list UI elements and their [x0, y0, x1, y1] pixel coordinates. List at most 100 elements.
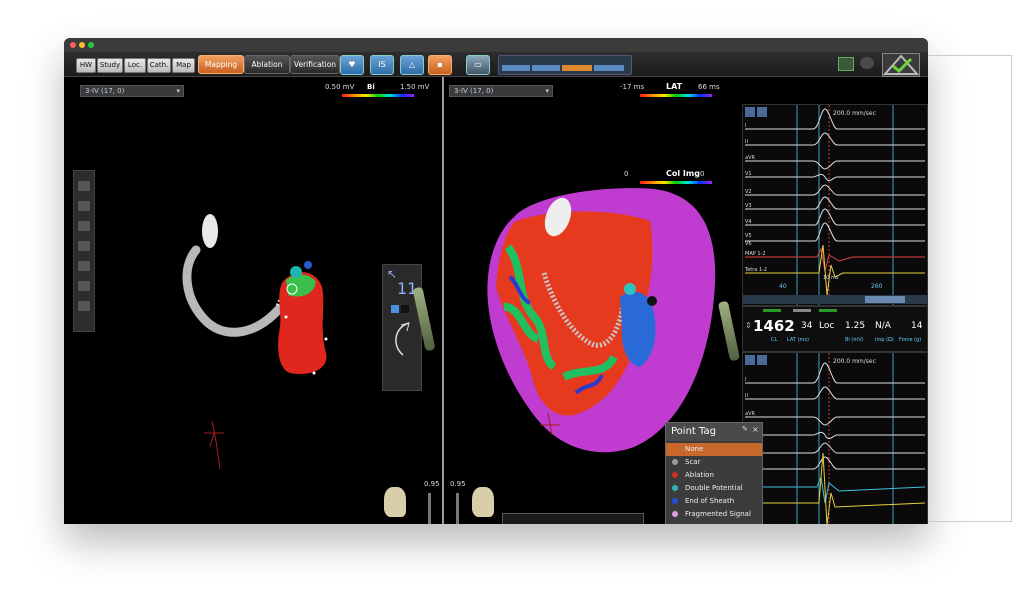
lead-label: Tetra 1-2 [745, 267, 768, 273]
arrow-icon: ↖ [387, 267, 398, 281]
main-toolbar: HW Study Loc. Cath. Map Mapping Ablation… [64, 52, 928, 77]
point-tag-option[interactable]: None [666, 443, 762, 456]
map-point[interactable] [324, 337, 328, 341]
fragmented-signal-dot-icon [672, 511, 678, 517]
point-tag-dialog: Point Tag ✎ × None Scar Ablation Double … [665, 422, 763, 524]
orientation-axes-icon [204, 420, 224, 470]
selector-slot-1[interactable] [502, 65, 530, 71]
record-icon-button[interactable]: ▪ [428, 55, 452, 75]
point-tag-option[interactable]: Ablation [666, 469, 762, 482]
left-map-view[interactable]: 3-IV (17, 0) ▾ 0.50 mV Bi 1.50 mV ↖ 11 0… [64, 77, 442, 524]
bell-icon-button[interactable]: △ [400, 55, 424, 75]
lead-label: V2 [745, 189, 752, 195]
signal-strength-bar [793, 309, 811, 312]
pin-icon[interactable]: ✎ [742, 425, 748, 433]
end-of-sheath-dot-icon [672, 498, 678, 504]
lead-label: aVR [745, 155, 755, 161]
lead-label: II [745, 139, 748, 145]
lat-label: LAT (ms) [787, 337, 809, 343]
lead-label: V3 [745, 203, 752, 209]
ecg-tick-a: 40 [779, 283, 787, 290]
close-window-button[interactable] [70, 42, 76, 48]
catheter-selector[interactable] [498, 55, 632, 75]
right-heart-icon [472, 487, 494, 517]
right-tip-marker[interactable] [647, 296, 657, 306]
catheter-shaft [182, 245, 284, 337]
imp-label: Imp (Ω) [875, 337, 894, 343]
lead-label: V5 [745, 233, 752, 239]
tab-map[interactable]: Map [172, 58, 195, 73]
lead-label: V4 [745, 219, 752, 225]
verification-mode-button[interactable]: Verification [290, 55, 340, 74]
ablation-tag-marker[interactable] [290, 266, 302, 278]
sheath-tip-shape [202, 214, 218, 248]
mapping-mode-button[interactable]: Mapping [198, 55, 244, 74]
catheter-stats-bar: ⇕ 1462 CL 34 LAT (ms) Loc 1.25 Bi (mV) N… [742, 306, 928, 352]
left-opacity-slider[interactable] [428, 493, 431, 524]
ecg-panel-top[interactable]: 200.0 mm/sec I II aVR V1 V2 V3 V4 V5 V6 … [742, 104, 928, 306]
signal-strength-bar [819, 309, 837, 312]
ecg-bottom-traces [745, 353, 926, 524]
point-tag-option[interactable]: Double Potential [666, 482, 762, 495]
right-slider-value: 0.95 [450, 480, 466, 488]
bi-label: Bi (mV) [845, 337, 864, 343]
heart-icon-button[interactable]: ♥ [340, 55, 364, 75]
ecg-top-scrollbar[interactable] [743, 295, 927, 304]
ok-checkmark-button[interactable] [882, 53, 920, 77]
grid-icon-off[interactable] [401, 305, 409, 313]
screen-status-icon[interactable] [838, 57, 854, 71]
cl-value: 1462 [753, 317, 795, 335]
double-potential-dot-icon [672, 485, 678, 491]
ecg-marker-label: 10 ms [823, 275, 839, 281]
right-ablation-marker[interactable] [624, 283, 636, 295]
scar-dot-icon [672, 459, 678, 465]
lead-label: I [745, 123, 747, 129]
bi-value: 1.25 [845, 321, 866, 331]
grid-icon[interactable] [391, 305, 399, 313]
tab-hw[interactable]: HW [76, 58, 96, 73]
ecg-scroll-thumb[interactable] [865, 296, 905, 303]
tab-cath[interactable]: Cath. [147, 58, 171, 73]
lead-label: II [745, 393, 748, 399]
sheath-tag-marker[interactable] [304, 261, 312, 269]
point-tag-option[interactable]: Fragmented Signal [666, 508, 762, 521]
ablation-mode-button[interactable]: Ablation [244, 55, 290, 74]
maximize-window-button[interactable] [88, 42, 94, 48]
left-slider-value: 0.95 [424, 480, 440, 488]
point-tag-header: Point Tag ✎ × [666, 423, 762, 441]
selector-slot-2[interactable] [532, 65, 560, 71]
tab-loc[interactable]: Loc. [124, 58, 146, 73]
right-opacity-slider[interactable] [456, 493, 459, 524]
point-tag-option[interactable]: End of Sheath [666, 495, 762, 508]
timeline-strip[interactable] [502, 513, 644, 524]
ablation-dot-icon [672, 472, 678, 478]
close-icon[interactable]: × [752, 425, 759, 434]
map-point[interactable] [312, 371, 316, 375]
point-tag-option[interactable]: Scar [666, 456, 762, 469]
left-heart-icon [384, 487, 406, 517]
selector-slot-active[interactable] [562, 65, 592, 71]
is-button[interactable]: IS [370, 55, 394, 75]
lat-value: 34 [801, 321, 813, 331]
lead-label: V6 [745, 241, 752, 247]
catheter-status-icon[interactable] [860, 57, 874, 69]
loc-value: Loc [819, 321, 835, 331]
minimize-window-button[interactable] [79, 42, 85, 48]
orientation-widget[interactable]: ↖ 11 [382, 264, 422, 391]
map-point[interactable] [284, 315, 288, 319]
selector-slot-4[interactable] [594, 65, 624, 71]
title-bar [64, 38, 928, 52]
imp-value: N/A [875, 321, 891, 331]
rotation-dial-icon[interactable] [387, 319, 417, 359]
point-tag-title: Point Tag [671, 426, 716, 437]
ecg-panel-bottom[interactable]: 200.0 mm/sec I II aVR V1 [742, 352, 928, 524]
checkmark-icon [882, 54, 920, 75]
ecg-tick-b: 260 [871, 283, 883, 290]
lead-label: aVR [745, 411, 755, 417]
lead-label: V1 [745, 171, 752, 177]
signal-strength-bar [763, 309, 781, 312]
lead-label: MAP 1-2 [745, 251, 766, 257]
tab-study[interactable]: Study [97, 58, 123, 73]
app-window: HW Study Loc. Cath. Map Mapping Ablation… [64, 38, 928, 524]
monitor-icon-button[interactable]: ▭ [466, 55, 490, 75]
